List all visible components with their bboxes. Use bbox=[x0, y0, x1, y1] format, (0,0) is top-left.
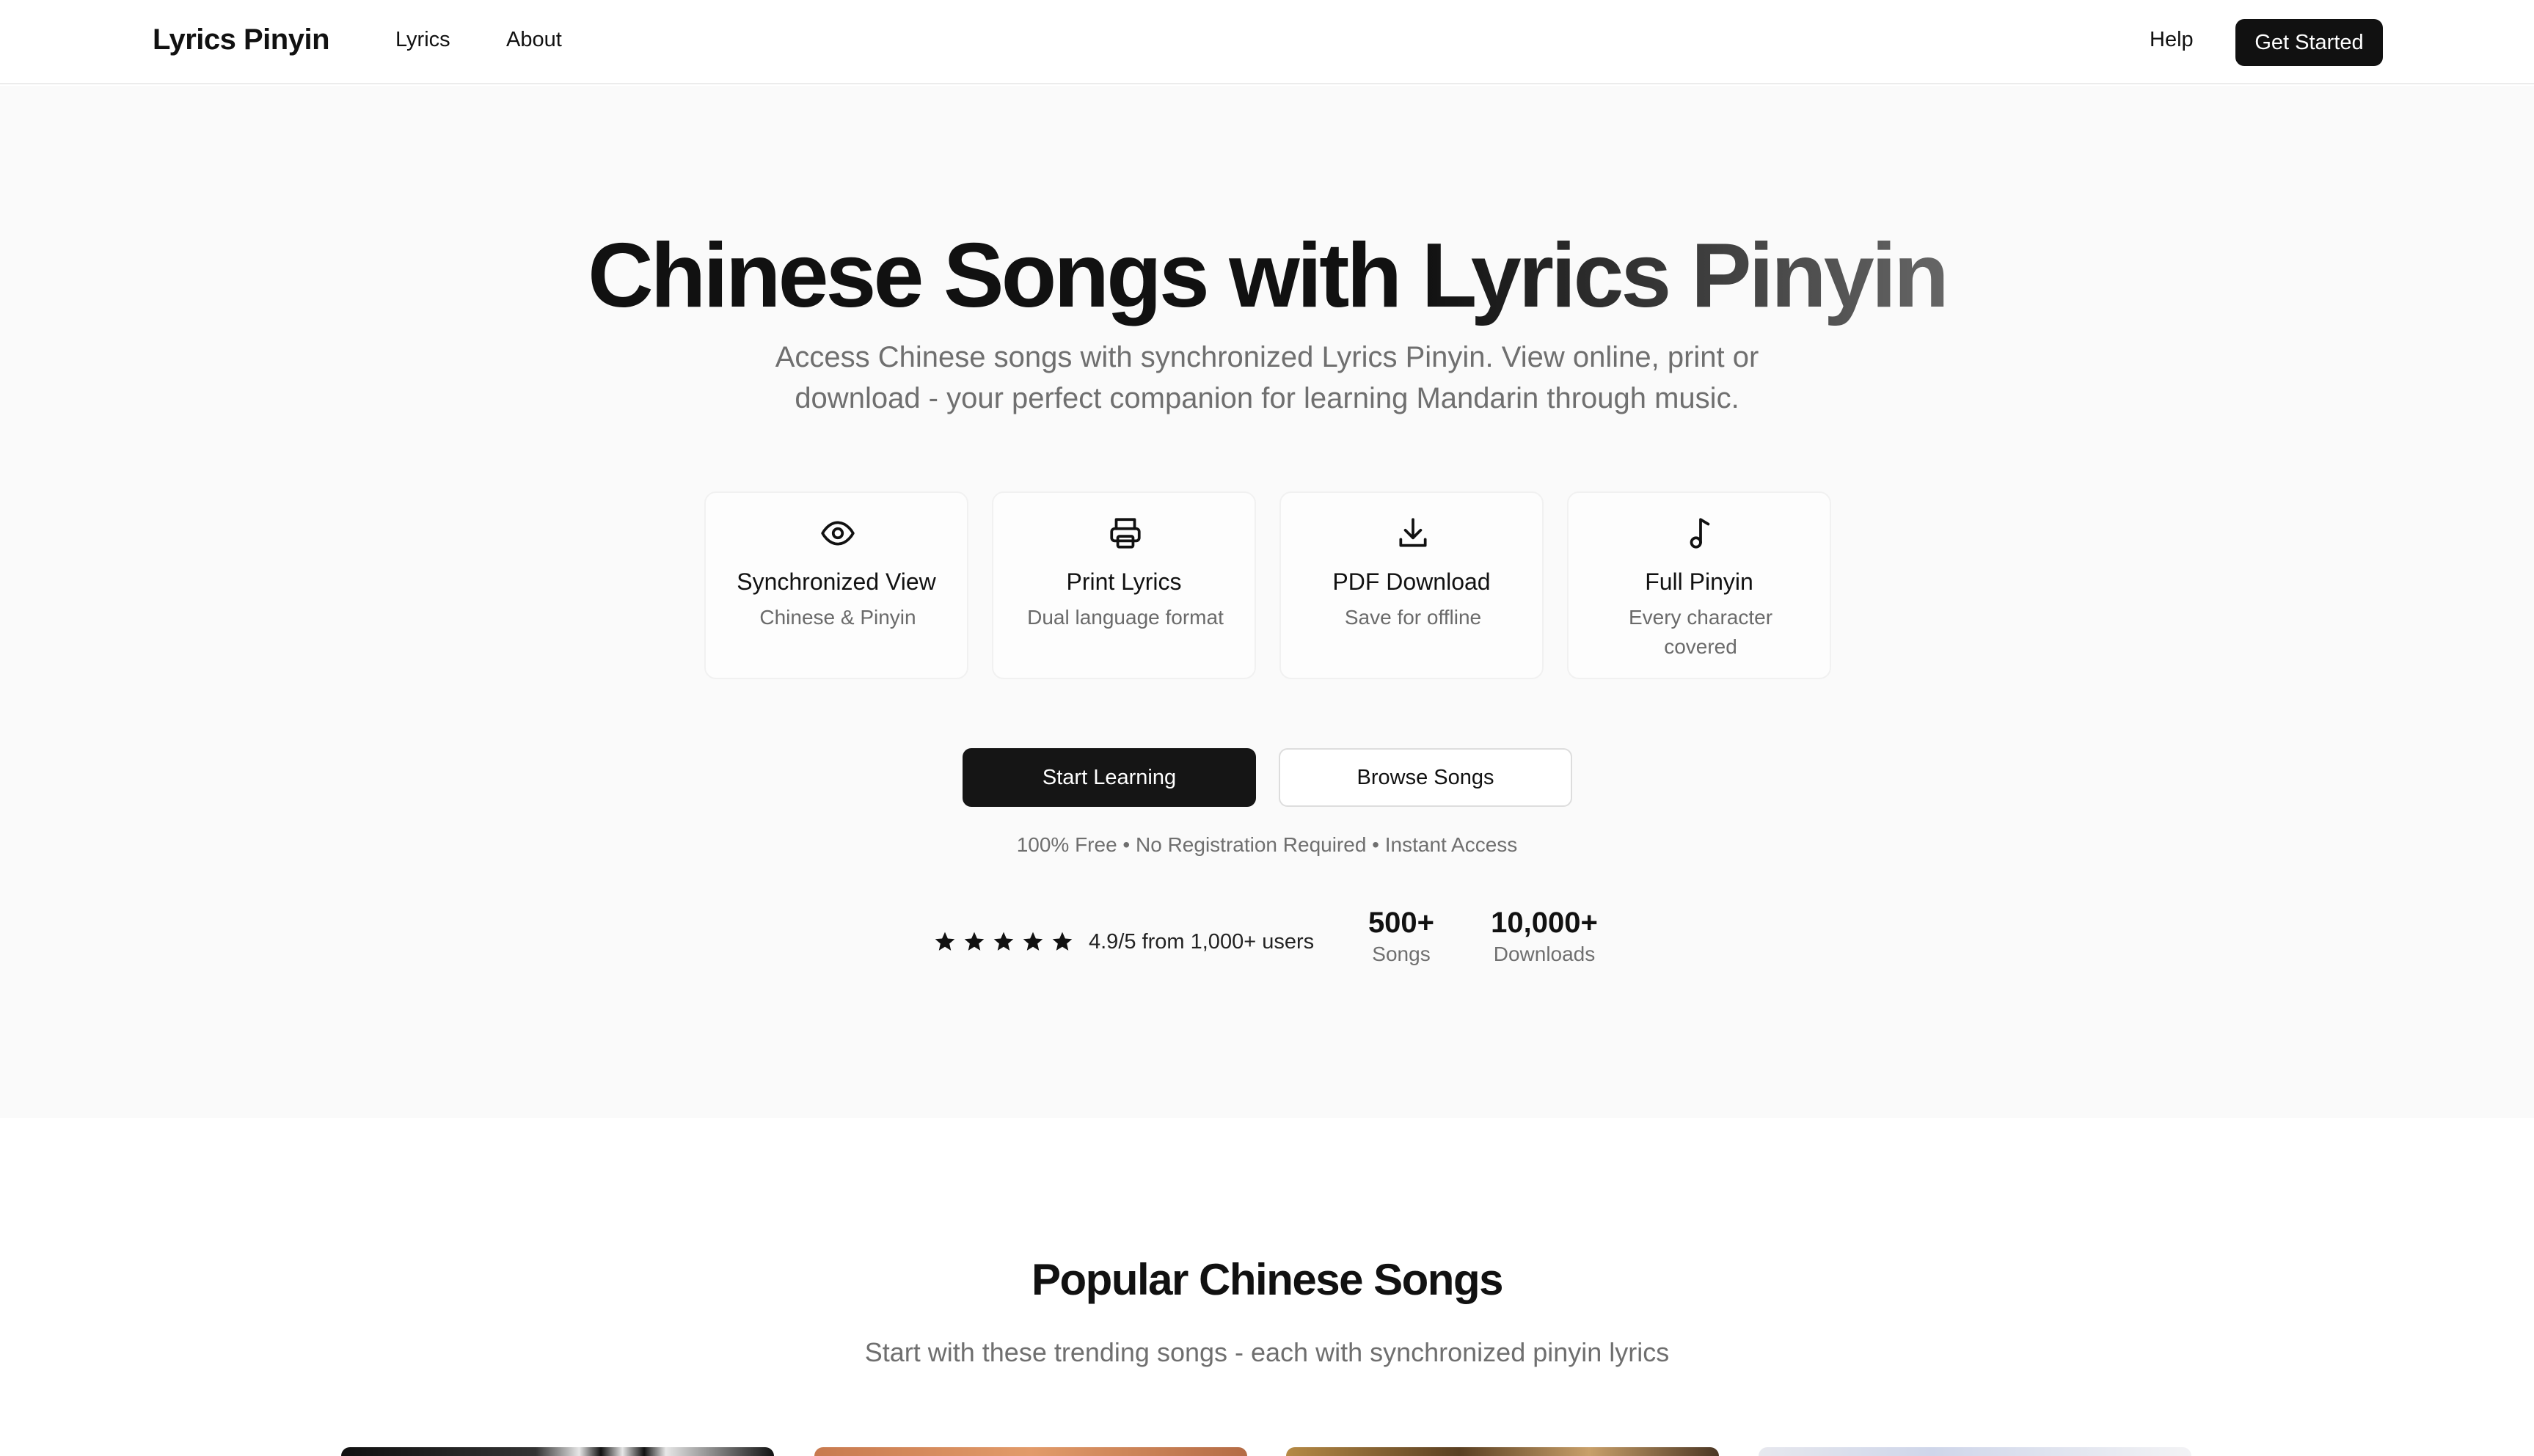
feature-desc: Dual language format bbox=[1027, 606, 1224, 629]
rating-text: 4.9/5 from 1,000+ users bbox=[1089, 930, 1314, 954]
nav-link-lyrics[interactable]: Lyrics bbox=[395, 28, 450, 52]
star-icon bbox=[935, 932, 955, 951]
star-icon bbox=[1052, 932, 1073, 951]
stat-downloads: 10,000+ Downloads bbox=[1475, 907, 1614, 966]
star-rating bbox=[933, 930, 1074, 954]
nav-link-about[interactable]: About bbox=[506, 28, 562, 52]
star-icon bbox=[993, 932, 1014, 951]
stat-label: Songs bbox=[1372, 943, 1431, 965]
nav-link-help[interactable]: Help bbox=[2150, 28, 2194, 52]
popular-songs-subtitle: Start with these trending songs - each w… bbox=[864, 1337, 1670, 1367]
stat-label: Downloads bbox=[1493, 943, 1596, 965]
printer-icon bbox=[1110, 518, 1141, 549]
hero-title-accent: Lyrics Pinyin bbox=[1421, 225, 1949, 326]
song-card-thumbnail[interactable] bbox=[814, 1447, 1247, 1456]
start-learning-button[interactable]: Start Learning bbox=[963, 748, 1256, 807]
hero-subtitle: Access Chinese songs with synchronized L… bbox=[775, 341, 1759, 414]
feature-desc: Save for offline bbox=[1344, 606, 1482, 629]
rating-score: 4.9/5 bbox=[1089, 929, 1136, 954]
star-icon bbox=[1023, 932, 1043, 951]
feature-title: Full Pinyin bbox=[1645, 568, 1753, 595]
hero-title-main: Chinese Songs with bbox=[588, 225, 1422, 326]
stat-songs: 500+ Songs bbox=[1357, 907, 1445, 966]
rating-from: from bbox=[1142, 929, 1185, 954]
feature-card-pdf-download: PDF Download Save for offline bbox=[1279, 491, 1544, 679]
stat-value: 10,000+ bbox=[1491, 907, 1598, 939]
song-card-thumbnail[interactable] bbox=[1759, 1447, 2191, 1456]
feature-title: PDF Download bbox=[1332, 568, 1491, 595]
feature-title: Print Lyrics bbox=[1066, 568, 1182, 595]
download-icon bbox=[1399, 518, 1427, 547]
hero-section: Chinese Songs with Lyrics Pinyin Access … bbox=[0, 86, 2534, 1118]
feature-title: Synchronized View bbox=[737, 568, 936, 595]
top-navbar: Lyrics Pinyin Lyrics About Help Get Star… bbox=[0, 0, 2534, 84]
feature-card-print-lyrics: Print Lyrics Dual language format bbox=[992, 491, 1256, 679]
feature-desc: Every character covered bbox=[1628, 606, 1773, 658]
feature-card-synchronized-view: Synchronized View Chinese & Pinyin bbox=[704, 491, 968, 679]
popular-songs-title: Popular Chinese Songs bbox=[1032, 1255, 1503, 1304]
trust-line: 100% Free • No Registration Required • I… bbox=[1016, 833, 1518, 856]
stat-value: 500+ bbox=[1368, 907, 1435, 939]
song-card-thumbnail[interactable] bbox=[341, 1447, 774, 1456]
rating-summary: 4.9/5 from 1,000+ users bbox=[933, 927, 1314, 956]
eye-icon bbox=[821, 521, 855, 546]
feature-desc: Chinese & Pinyin bbox=[759, 606, 916, 629]
get-started-button[interactable]: Get Started bbox=[2235, 19, 2383, 66]
browse-songs-button[interactable]: Browse Songs bbox=[1279, 748, 1572, 807]
feature-cards: Synchronized View Chinese & Pinyin Print… bbox=[704, 491, 1831, 679]
site-logo[interactable]: Lyrics Pinyin bbox=[153, 23, 330, 56]
rating-users: 1,000+ users bbox=[1190, 929, 1315, 954]
music-note-icon bbox=[1690, 518, 1710, 549]
song-card-thumbnail[interactable] bbox=[1286, 1447, 1719, 1456]
hero-title: Chinese Songs with Lyrics Pinyin bbox=[0, 222, 2534, 331]
star-icon bbox=[964, 932, 985, 951]
feature-card-full-pinyin: Full Pinyin Every character covered bbox=[1567, 491, 1831, 679]
